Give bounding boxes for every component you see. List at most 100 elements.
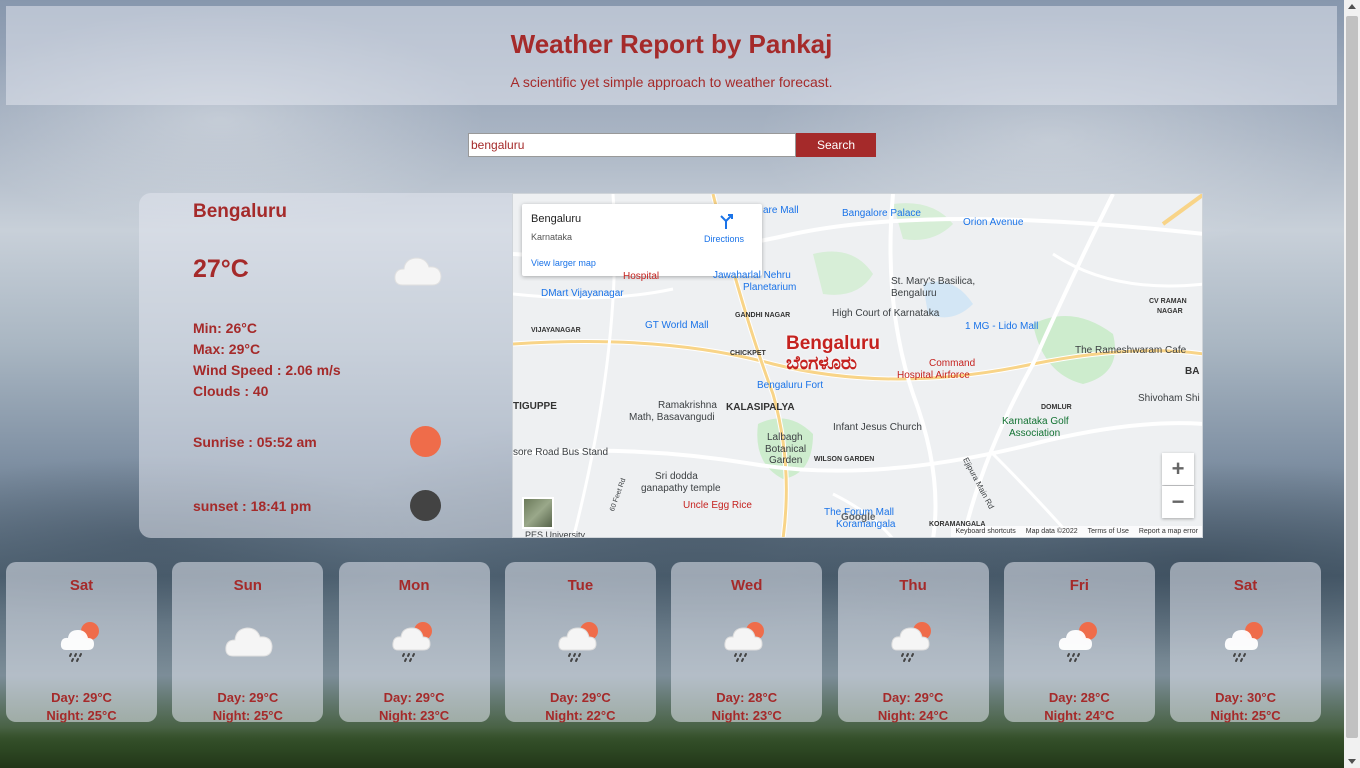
map-footer: Keyboard shortcuts Map data ©2022 Terms … <box>951 526 1202 537</box>
map-label: Lalbagh <box>767 432 803 443</box>
forecast-card: Sat Day: 30°C Night: 25°C <box>1170 562 1322 723</box>
map-label: Karnataka Golf <box>1002 416 1069 427</box>
map-label: Command <box>929 358 976 369</box>
map-label: PES University <box>525 530 586 538</box>
search-button[interactable]: Search <box>796 133 876 157</box>
forecast-day-name: Sun <box>233 577 262 594</box>
page-subtitle: A scientific yet simple approach to weat… <box>510 74 833 90</box>
map-data-text: Map data ©2022 <box>1025 528 1078 535</box>
map-label: KALASIPALYA <box>726 402 795 413</box>
forecast-night-temp: Night: 25°C <box>212 708 283 723</box>
map-label: 1 MG - Lido Mall <box>965 321 1039 332</box>
map-label: Ramakrishna <box>658 400 717 411</box>
city-name: Bengaluru <box>193 201 287 222</box>
forecast-day-temp: Day: 28°C <box>1048 690 1110 705</box>
map-info-title: Bengaluru <box>531 213 582 225</box>
page-title: Weather Report by Pankaj <box>510 29 833 59</box>
forecast-night-temp: Night: 24°C <box>877 708 949 723</box>
forecast-day-name: Sat <box>69 577 94 594</box>
zoom-out-button[interactable]: − <box>1162 486 1194 518</box>
map-label: Bengaluru <box>891 288 937 299</box>
view-larger-map-link[interactable]: View larger map <box>531 258 596 268</box>
forecast-card: Mon Day: 29°C Night: 23°C <box>338 562 490 723</box>
map-label: DOMLUR <box>1041 404 1072 411</box>
scroll-down-icon[interactable] <box>1348 759 1356 764</box>
map-label: ganapathy temple <box>641 483 721 494</box>
map-label: Garden <box>769 455 803 466</box>
forecast-card: Thu Day: 29°C Night: 24°C <box>837 562 989 723</box>
forecast-night-temp: Night: 25°C <box>46 708 117 723</box>
forecast-card: Sat Day: 29°C Night: 25°C <box>6 562 157 723</box>
map-label: sore Road Bus Stand <box>513 447 609 458</box>
map-label: CV RAMAN <box>1149 298 1187 305</box>
map-label: Jawaharlal Nehru <box>713 270 791 281</box>
min-temperature: Min: 26°C <box>193 320 257 336</box>
terms-link[interactable]: Terms of Use <box>1088 528 1129 535</box>
zoom-in-button[interactable]: + <box>1162 453 1194 485</box>
sun-icon <box>410 426 441 457</box>
current-weather-card: Bengaluru 27°C Min: 26°C Max: 29°C Wind … <box>139 193 519 538</box>
google-logo: Google <box>841 512 876 523</box>
wind-speed: Wind Speed : 2.06 m/s <box>193 362 341 378</box>
forecast-day-temp: Day: 29°C <box>383 690 445 705</box>
moon-icon <box>410 490 441 521</box>
map-label: Uncle Egg Rice <box>683 500 752 511</box>
sun-cloud-rain-icon <box>723 618 769 669</box>
page-scrollbar[interactable] <box>1344 0 1360 768</box>
map-label: Hospital Airforce <box>897 370 970 381</box>
sun-rain-icon <box>58 618 104 669</box>
map-label: Orion Avenue <box>963 217 1024 228</box>
search-bar: Search <box>468 133 876 157</box>
sunrise-time: Sunrise : 05:52 am <box>193 434 317 450</box>
map-label: GT World Mall <box>645 320 709 331</box>
scrollbar-thumb[interactable] <box>1346 16 1358 738</box>
map-label: St. Mary's Basilica, <box>891 276 976 287</box>
satellite-toggle[interactable] <box>522 497 554 529</box>
forecast-day-name: Sat <box>1233 577 1258 594</box>
cloud-icon <box>393 253 443 292</box>
map-label: BA <box>1185 366 1200 377</box>
forecast-day-name: Wed <box>730 577 763 594</box>
map-label: Bengaluru Fort <box>757 380 824 391</box>
map-label: are Mall <box>763 205 799 216</box>
sunset-time: sunset : 18:41 pm <box>193 498 312 514</box>
directions-icon[interactable] <box>719 213 733 234</box>
map-label: Math, Basavangudi <box>629 412 715 423</box>
sun-cloud-rain-icon <box>391 618 437 669</box>
directions-link[interactable]: Directions <box>704 234 744 244</box>
map-label: Hospital <box>623 271 660 282</box>
forecast-card: Fri Day: 28°C Night: 24°C <box>1003 562 1155 723</box>
forecast-card: Tue Day: 29°C Night: 22°C <box>504 562 656 723</box>
city-map[interactable]: Bengaluru Karnataka Directions View larg… <box>512 193 1203 538</box>
clouds-value: Clouds : 40 <box>193 383 269 399</box>
sun-rain-icon <box>1056 618 1102 669</box>
forecast-day-name: Fri <box>1069 577 1089 594</box>
map-city-label: Bengaluru ಬೆಂಗಳೂರು <box>786 334 880 374</box>
forecast-card: Wed Day: 28°C Night: 23°C <box>671 562 823 723</box>
map-label: Bangalore Palace <box>842 208 921 219</box>
map-label: Sri dodda <box>655 471 698 482</box>
forecast-card: Sun Day: 29°C Night: 25°C <box>172 562 324 723</box>
map-city-label-kn: ಬೆಂಗಳೂರು <box>786 353 857 374</box>
map-label: GANDHI NAGAR <box>735 312 791 319</box>
map-info-subtitle: Karnataka <box>531 232 573 242</box>
forecast-night-temp: Night: 23°C <box>378 708 450 723</box>
keyboard-shortcuts-link[interactable]: Keyboard shortcuts <box>955 528 1015 535</box>
map-city-label-en: Bengaluru <box>786 333 880 354</box>
map-label: DMart Vijayanagar <box>541 288 624 299</box>
forecast-night-temp: Night: 24°C <box>1044 708 1115 723</box>
report-error-link[interactable]: Report a map error <box>1139 528 1198 535</box>
sun-cloud-rain-icon <box>890 618 936 669</box>
current-temperature: 27°C <box>193 255 249 283</box>
map-label: NAGAR <box>1157 308 1183 315</box>
sun-cloud-rain-icon <box>557 618 603 669</box>
forecast-day-temp: Day: 29°C <box>51 690 112 705</box>
map-label: High Court of Karnataka <box>832 308 940 319</box>
forecast-day-name: Thu <box>899 577 927 594</box>
map-label: Botanical <box>765 444 807 455</box>
treeline-background <box>0 728 1344 768</box>
map-label: TIGUPPE <box>513 401 557 412</box>
forecast-day-temp: Day: 29°C <box>549 690 611 705</box>
scroll-up-icon[interactable] <box>1348 4 1356 9</box>
search-input[interactable] <box>468 133 796 157</box>
